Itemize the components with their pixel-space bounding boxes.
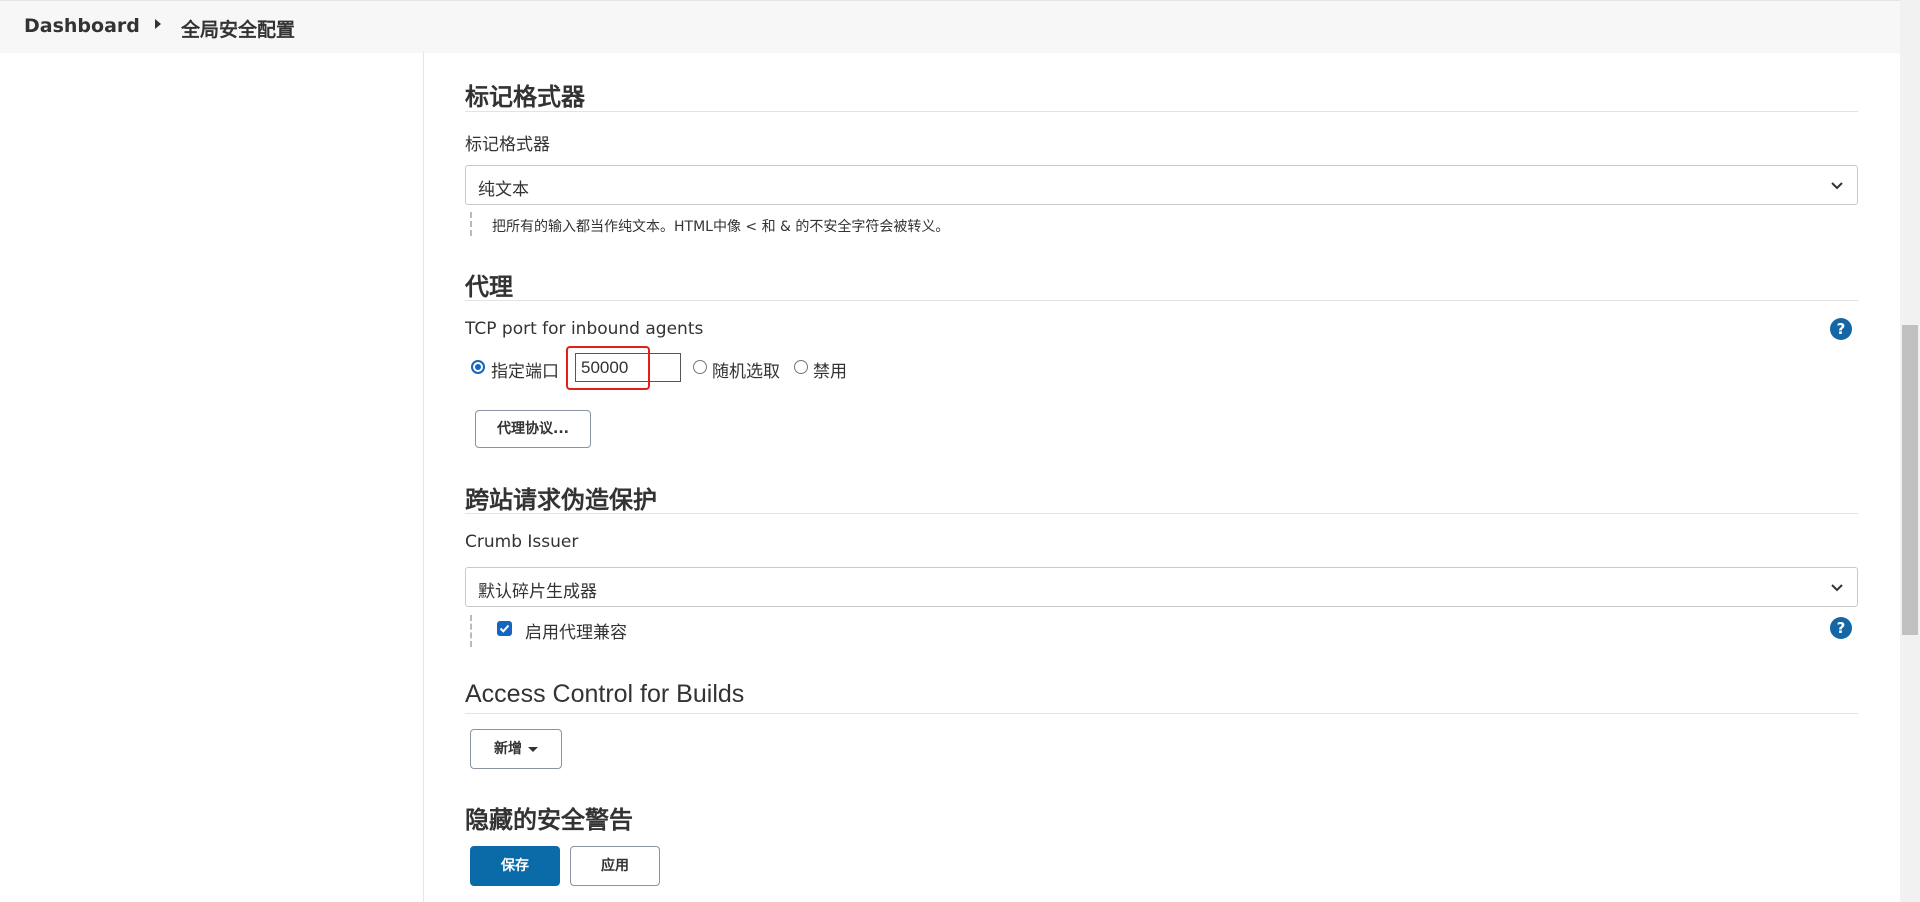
radio-random-port-label: 随机选取 [712,362,780,382]
chevron-right-icon [155,19,161,29]
help-icon[interactable]: ? [1830,318,1852,340]
markup-formatter-select[interactable]: 纯文本 [465,165,1858,205]
check-icon [499,624,510,633]
crumb-issuer-label: Crumb Issuer [465,532,579,552]
chevron-down-icon [1831,182,1843,190]
breadcrumb-dashboard-link[interactable]: Dashboard [24,15,140,37]
divider [465,300,1858,301]
apply-button[interactable]: 应用 [570,846,660,886]
add-builds-button[interactable]: 新增 [470,729,562,769]
help-icon[interactable]: ? [1830,617,1852,639]
caret-down-icon [528,746,538,752]
markup-formatter-label: 标记格式器 [465,135,550,155]
divider [465,713,1858,714]
builds-heading: Access Control for Builds [465,680,745,708]
add-builds-label: 新增 [494,741,522,757]
crumb-issuer-select[interactable]: 默认碎片生成器 [465,567,1858,607]
markup-formatter-heading: 标记格式器 [465,83,585,111]
description-rule [470,615,472,647]
breadcrumb: Dashboard 全局安全配置 [0,0,1900,53]
radio-fixed-port-label: 指定端口 [491,362,559,382]
csrf-heading: 跨站请求伪造保护 [465,486,657,514]
divider [465,513,1858,514]
markup-formatter-description: 把所有的输入都当作纯文本。HTML中像 < 和 & 的不安全字符会被转义。 [492,219,950,235]
hidden-warnings-heading: 隐藏的安全警告 [465,806,633,834]
agents-heading: 代理 [465,273,513,301]
breadcrumb-current: 全局安全配置 [181,19,296,41]
proxy-compat-checkbox[interactable] [497,621,512,636]
agent-protocols-button[interactable]: 代理协议... [475,410,591,448]
markup-formatter-value: 纯文本 [478,180,529,200]
description-rule [470,212,472,236]
chevron-down-icon [1831,584,1843,592]
save-button[interactable]: 保存 [470,846,560,886]
radio-fixed-port[interactable] [471,360,485,374]
annotation-highlight-box [566,346,650,390]
scrollbar-thumb[interactable] [1902,325,1918,635]
tcp-port-label: TCP port for inbound agents [465,319,704,339]
radio-disable-label: 禁用 [813,362,847,382]
divider [465,111,1858,112]
radio-random-port[interactable] [693,360,707,374]
sidebar-divider [423,52,424,902]
crumb-issuer-value: 默认碎片生成器 [478,582,597,602]
radio-disable[interactable] [794,360,808,374]
proxy-compat-label: 启用代理兼容 [525,623,627,643]
